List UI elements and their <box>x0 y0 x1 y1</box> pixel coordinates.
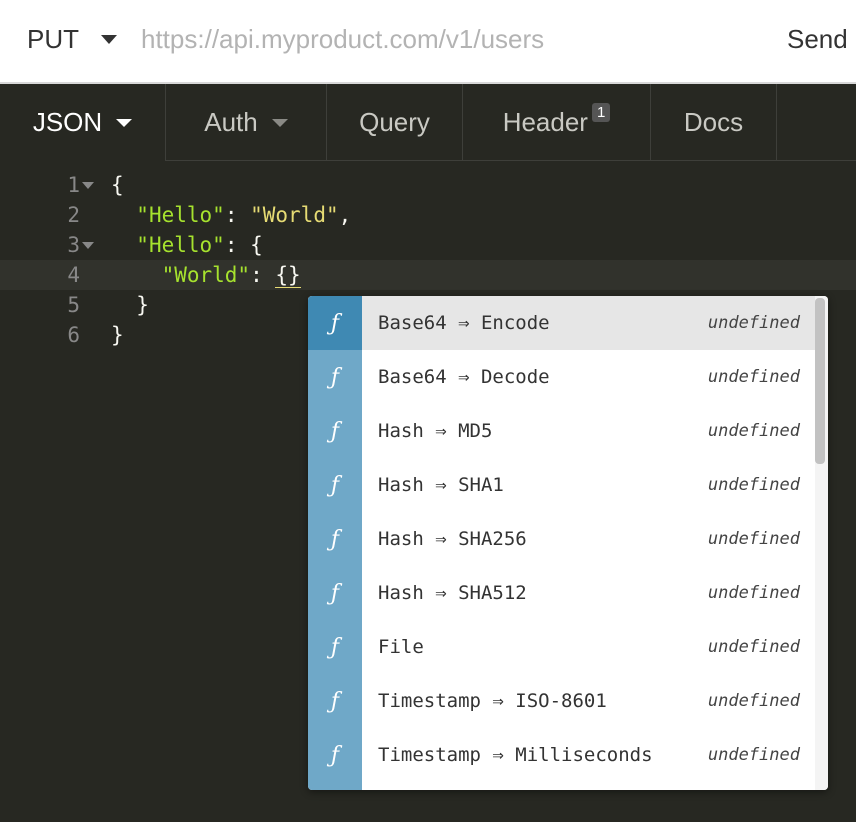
line-number: 6 <box>67 323 80 347</box>
autocomplete-detail: undefined <box>707 529 800 549</box>
line-number: 1 <box>67 173 80 197</box>
code-text: } <box>111 320 124 350</box>
autocomplete-popup: ƒ Base64 ⇒ Encode undefined ƒ Base64 ⇒ D… <box>308 296 828 790</box>
autocomplete-label: Hash ⇒ SHA256 <box>378 528 527 550</box>
token-key: "Hello" <box>136 203 225 227</box>
function-icon: ƒ <box>308 512 362 566</box>
method-label: PUT <box>27 24 79 54</box>
tab-divider <box>776 84 777 161</box>
tab-json[interactable]: JSON <box>0 84 165 161</box>
token-brace: { <box>250 233 263 257</box>
code-line-active: 4 "World": {} <box>0 260 856 290</box>
function-icon: ƒ <box>308 350 362 404</box>
token-brace: { <box>111 173 124 197</box>
code-text: } <box>111 290 149 320</box>
fold-caret-icon[interactable] <box>82 182 94 189</box>
token-brace: } <box>111 323 124 347</box>
code-line: 3 "Hello": { <box>0 230 856 260</box>
tab-header-label: Header <box>502 107 588 137</box>
autocomplete-detail: undefined <box>707 313 800 333</box>
autocomplete-detail: undefined <box>707 421 800 441</box>
autocomplete-detail: undefined <box>707 475 800 495</box>
token-colon: : <box>224 203 251 227</box>
code-text: "Hello": "World", <box>111 200 351 230</box>
tab-docs-label: Docs <box>683 107 744 137</box>
autocomplete-item[interactable]: ƒ Timestamp ⇒ Milliseconds undefined <box>308 728 815 782</box>
token-colon: : <box>250 263 276 287</box>
body-tabs: JSON Auth Query Header 1 Docs <box>0 84 856 161</box>
tab-query[interactable]: Query <box>327 84 462 161</box>
send-button[interactable]: Send <box>787 24 848 55</box>
autocomplete-label: Timestamp ⇒ ISO-8601 <box>378 690 607 712</box>
autocomplete-label: Hash ⇒ MD5 <box>378 420 493 442</box>
tab-auth-label: Auth <box>204 107 258 137</box>
tab-json-label: JSON <box>32 107 103 137</box>
autocomplete-icon-strip <box>308 782 362 790</box>
token-value: "World" <box>250 203 339 227</box>
token-key: "Hello" <box>136 233 225 257</box>
function-icon: ƒ <box>308 296 362 350</box>
autocomplete-label: File <box>378 636 424 658</box>
autocomplete-item[interactable]: ƒ Base64 ⇒ Encode undefined <box>308 296 815 350</box>
code-text: "World": {} <box>111 260 301 290</box>
method-dropdown[interactable]: PUT <box>27 24 117 55</box>
autocomplete-detail: undefined <box>707 583 800 603</box>
autocomplete-detail: undefined <box>707 367 800 387</box>
token-brace: } <box>136 293 149 317</box>
autocomplete-label: Base64 ⇒ Decode <box>378 366 550 388</box>
tab-query-label: Query <box>359 107 430 137</box>
token-comma: , <box>338 203 352 227</box>
chevron-down-icon <box>271 118 288 127</box>
autocomplete-item[interactable]: ƒ Hash ⇒ MD5 undefined <box>308 404 815 458</box>
chevron-down-icon <box>101 35 117 44</box>
token-empty-object: {} <box>275 263 301 288</box>
line-number: 5 <box>67 293 80 317</box>
code-text: "Hello": { <box>111 230 263 260</box>
fold-caret-icon[interactable] <box>82 242 94 249</box>
scrollbar-thumb[interactable] <box>815 298 825 464</box>
token-key: "World" <box>161 263 251 287</box>
autocomplete-detail: undefined <box>707 637 800 657</box>
autocomplete-item[interactable]: ƒ Hash ⇒ SHA1 undefined <box>308 458 815 512</box>
autocomplete-label: Timestamp ⇒ Milliseconds <box>378 744 653 766</box>
autocomplete-item[interactable]: ƒ Base64 ⇒ Decode undefined <box>308 350 815 404</box>
code-text: { <box>111 170 124 200</box>
code-line: 2 "Hello": "World", <box>0 200 856 230</box>
autocomplete-item[interactable]: ƒ Hash ⇒ SHA512 undefined <box>308 566 815 620</box>
tab-auth[interactable]: Auth <box>166 84 326 161</box>
line-number: 3 <box>67 233 80 257</box>
token-colon: : <box>224 233 251 257</box>
code-line: 1 { <box>0 170 856 200</box>
function-icon: ƒ <box>308 404 362 458</box>
chevron-down-icon <box>116 118 133 127</box>
line-number: 4 <box>67 263 80 287</box>
autocomplete-item[interactable]: ƒ File undefined <box>308 620 815 674</box>
autocomplete-item[interactable]: ƒ Hash ⇒ SHA256 undefined <box>308 512 815 566</box>
function-icon: ƒ <box>308 458 362 512</box>
autocomplete-item[interactable]: ƒ Timestamp ⇒ ISO-8601 undefined <box>308 674 815 728</box>
tab-docs[interactable]: Docs <box>651 84 776 161</box>
function-icon: ƒ <box>308 620 362 674</box>
tab-header[interactable]: Header 1 <box>463 84 650 161</box>
autocomplete-label: Base64 ⇒ Encode <box>378 312 550 334</box>
header-count-badge: 1 <box>591 103 611 122</box>
autocomplete-detail: undefined <box>707 691 800 711</box>
autocomplete-label: Hash ⇒ SHA512 <box>378 582 527 604</box>
function-icon: ƒ <box>308 566 362 620</box>
url-bar: PUT https://api.myproduct.com/v1/users S… <box>0 0 856 84</box>
function-icon: ƒ <box>308 728 362 782</box>
function-icon: ƒ <box>308 674 362 728</box>
autocomplete-label: Hash ⇒ SHA1 <box>378 474 504 496</box>
line-number: 2 <box>67 203 80 227</box>
url-input[interactable]: https://api.myproduct.com/v1/users <box>141 24 544 55</box>
autocomplete-detail: undefined <box>707 745 800 765</box>
